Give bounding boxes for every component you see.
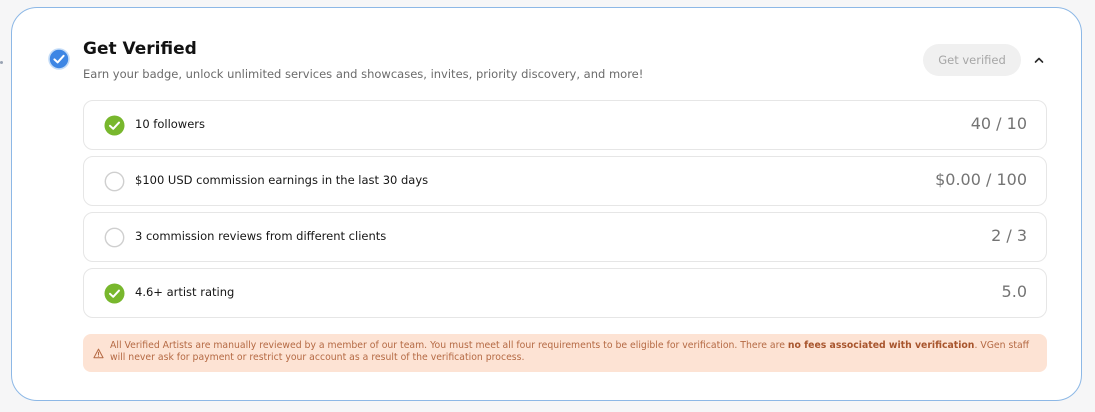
get-verified-card: Get Verified Earn your badge, unlock unl… xyxy=(11,7,1082,401)
requirement-label: 10 followers xyxy=(135,117,205,131)
requirement-progress: 5.0 xyxy=(1001,282,1027,301)
requirement-progress: 2 / 3 xyxy=(991,226,1027,245)
requirement-progress: $0.00 / 100 xyxy=(935,170,1027,189)
notice-emphasis: no fees associated with verification xyxy=(787,340,975,351)
notice-text-before: All Verified Artists are manually review… xyxy=(110,340,788,351)
warning-triangle-icon xyxy=(93,348,104,359)
requirement-row-earnings: $100 USD commission earnings in the last… xyxy=(83,156,1047,206)
empty-circle-icon xyxy=(104,227,125,248)
verification-notice: All Verified Artists are manually review… xyxy=(83,334,1047,372)
card-subtitle: Earn your badge, unlock unlimited servic… xyxy=(83,67,644,81)
requirements-list: 10 followers 40 / 10 $100 USD commission… xyxy=(83,100,1047,324)
requirement-label: 4.6+ artist rating xyxy=(135,285,235,299)
verified-check-icon xyxy=(48,48,70,70)
requirement-row-rating: 4.6+ artist rating 5.0 xyxy=(83,268,1047,318)
notice-text: All Verified Artists are manually review… xyxy=(110,340,1030,364)
collapse-button[interactable] xyxy=(1029,50,1049,70)
requirement-label: $100 USD commission earnings in the last… xyxy=(135,173,429,187)
empty-circle-icon xyxy=(104,171,125,192)
get-verified-button[interactable]: Get verified xyxy=(923,44,1021,76)
check-circle-icon xyxy=(104,283,125,304)
requirement-row-followers: 10 followers 40 / 10 xyxy=(83,100,1047,150)
card-title: Get Verified xyxy=(83,39,197,59)
chevron-up-icon xyxy=(1034,57,1044,63)
requirement-row-reviews: 3 commission reviews from different clie… xyxy=(83,212,1047,262)
requirement-progress: 40 / 10 xyxy=(970,114,1027,133)
check-circle-icon xyxy=(104,115,125,136)
decorative-dot xyxy=(0,61,3,64)
requirement-label: 3 commission reviews from different clie… xyxy=(135,229,387,243)
